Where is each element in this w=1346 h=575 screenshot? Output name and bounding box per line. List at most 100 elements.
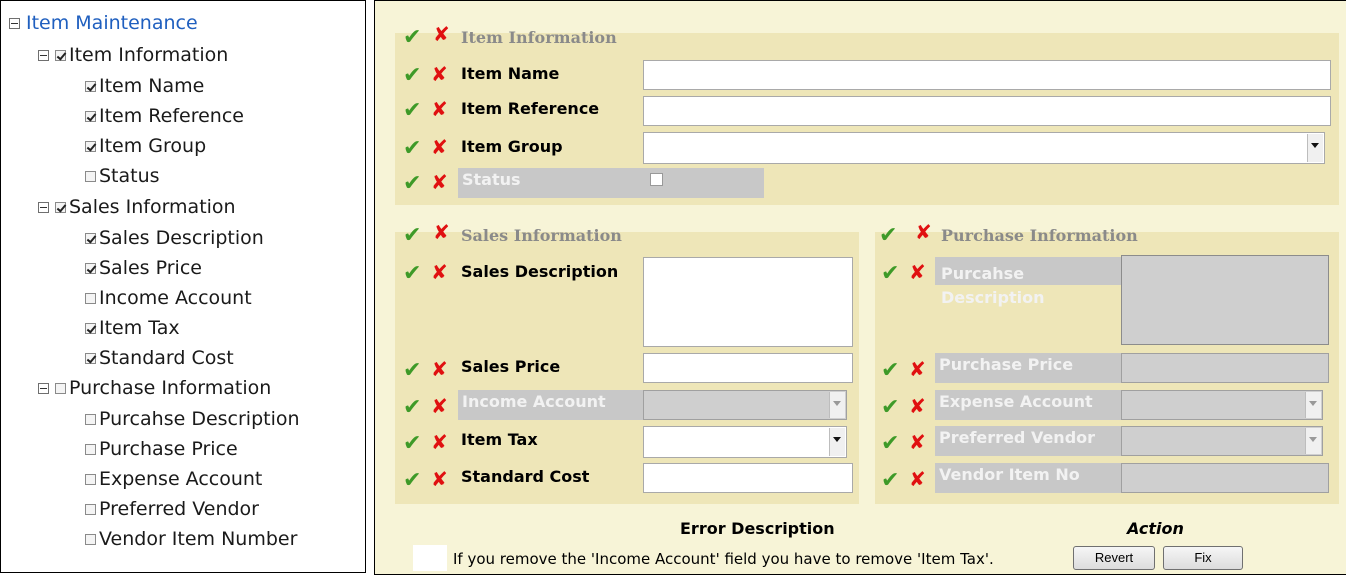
tree-root-label[interactable]: Item Maintenance bbox=[26, 12, 198, 34]
check-icon[interactable]: ✔ bbox=[403, 433, 421, 455]
tree-group-purchase-information[interactable]: Purchase Information bbox=[38, 374, 271, 402]
expense-account-field: Expense Account bbox=[935, 390, 1121, 420]
tree-item-income-account[interactable]: Income Account bbox=[85, 284, 252, 312]
cross-icon[interactable]: ✘ bbox=[431, 468, 448, 490]
check-icon[interactable]: ✔ bbox=[881, 433, 899, 455]
tree-checkbox[interactable] bbox=[85, 322, 96, 334]
collapse-icon[interactable] bbox=[38, 382, 49, 394]
check-icon[interactable]: ✔ bbox=[403, 470, 421, 492]
tree-checkbox[interactable] bbox=[85, 140, 96, 152]
item-reference-input[interactable] bbox=[643, 96, 1331, 126]
tree-item-label: Preferred Vendor bbox=[99, 498, 259, 520]
vendor-item-no-input[interactable] bbox=[1121, 463, 1329, 493]
check-icon[interactable]: ✔ bbox=[403, 138, 421, 160]
preferred-vendor-select[interactable] bbox=[1121, 426, 1323, 456]
check-icon[interactable]: ✔ bbox=[403, 65, 421, 87]
collapse-icon[interactable] bbox=[9, 17, 20, 29]
sales-price-input[interactable] bbox=[643, 353, 853, 383]
tree-checkbox[interactable] bbox=[85, 533, 96, 545]
fix-button[interactable]: Fix bbox=[1163, 546, 1243, 570]
tree-item-vendor-item-number[interactable]: Vendor Item Number bbox=[85, 525, 297, 553]
tree-checkbox[interactable] bbox=[85, 170, 96, 182]
purchase-price-input[interactable] bbox=[1121, 353, 1329, 383]
tree-item-status[interactable]: Status bbox=[85, 162, 160, 190]
tree-group-label: Sales Information bbox=[69, 196, 236, 218]
tree-item-purchase-price[interactable]: Purchase Price bbox=[85, 435, 238, 463]
tree-checkbox[interactable] bbox=[85, 262, 96, 274]
tree-item-preferred-vendor[interactable]: Preferred Vendor bbox=[85, 495, 259, 523]
tree-checkbox[interactable] bbox=[85, 292, 96, 304]
tree-group-sales-information[interactable]: Sales Information bbox=[38, 193, 236, 221]
purchase-description-textarea[interactable] bbox=[1121, 255, 1329, 345]
cross-icon[interactable]: ✘ bbox=[433, 23, 450, 45]
tree-checkbox[interactable] bbox=[85, 110, 96, 122]
action-heading: Action bbox=[1127, 519, 1184, 538]
cross-icon[interactable]: ✘ bbox=[909, 431, 926, 453]
tree-checkbox[interactable] bbox=[55, 201, 66, 213]
check-icon[interactable]: ✔ bbox=[881, 360, 899, 382]
tree-group-item-information[interactable]: Item Information bbox=[38, 41, 228, 69]
cross-icon[interactable]: ✘ bbox=[431, 395, 448, 417]
purchase-price-field: Purchase Price bbox=[935, 353, 1121, 383]
tree-item-item-group[interactable]: Item Group bbox=[85, 132, 206, 160]
check-icon[interactable]: ✔ bbox=[403, 263, 421, 285]
tree-item-purchase-description[interactable]: Purcahse Description bbox=[85, 405, 300, 433]
tree-checkbox[interactable] bbox=[85, 413, 96, 425]
cross-icon[interactable]: ✘ bbox=[909, 468, 926, 490]
cross-icon[interactable]: ✘ bbox=[915, 221, 932, 243]
cross-icon[interactable]: ✘ bbox=[431, 261, 448, 283]
collapse-icon[interactable] bbox=[38, 201, 49, 213]
item-name-input[interactable] bbox=[643, 60, 1331, 90]
tree-checkbox[interactable] bbox=[85, 443, 96, 455]
tree-checkbox[interactable] bbox=[85, 80, 96, 92]
expense-account-select[interactable] bbox=[1121, 390, 1323, 420]
check-icon[interactable]: ✔ bbox=[403, 173, 421, 195]
tree-item-item-reference[interactable]: Item Reference bbox=[85, 102, 244, 130]
tree-item-item-tax[interactable]: Item Tax bbox=[85, 314, 180, 342]
cross-icon[interactable]: ✘ bbox=[909, 261, 926, 283]
tree-checkbox[interactable] bbox=[55, 49, 66, 61]
check-icon[interactable]: ✔ bbox=[403, 225, 421, 247]
chevron-down-icon[interactable] bbox=[1307, 134, 1323, 162]
cross-icon[interactable]: ✘ bbox=[431, 136, 448, 158]
check-icon[interactable]: ✔ bbox=[403, 100, 421, 122]
item-group-select[interactable] bbox=[643, 132, 1325, 164]
purchase-price-label: Purchase Price bbox=[939, 355, 1074, 374]
check-icon[interactable]: ✔ bbox=[881, 470, 899, 492]
cross-icon[interactable]: ✘ bbox=[431, 98, 448, 120]
cross-icon[interactable]: ✘ bbox=[431, 431, 448, 453]
standard-cost-input[interactable] bbox=[643, 463, 853, 493]
income-account-select[interactable] bbox=[643, 390, 847, 420]
cross-icon[interactable]: ✘ bbox=[909, 395, 926, 417]
tree-root[interactable]: Item Maintenance bbox=[9, 9, 198, 37]
check-icon[interactable]: ✔ bbox=[881, 397, 899, 419]
check-icon[interactable]: ✔ bbox=[879, 225, 897, 247]
cross-icon[interactable]: ✘ bbox=[431, 358, 448, 380]
revert-button[interactable]: Revert bbox=[1073, 546, 1155, 570]
collapse-icon[interactable] bbox=[38, 49, 49, 61]
chevron-down-icon[interactable] bbox=[829, 428, 845, 456]
tree-item-item-name[interactable]: Item Name bbox=[85, 72, 204, 100]
tree-item-standard-cost[interactable]: Standard Cost bbox=[85, 344, 234, 372]
check-icon[interactable]: ✔ bbox=[403, 27, 421, 49]
tree-checkbox[interactable] bbox=[85, 232, 96, 244]
tree-item-label: Purchase Price bbox=[99, 438, 238, 460]
cross-icon[interactable]: ✘ bbox=[909, 358, 926, 380]
tree-checkbox[interactable] bbox=[85, 473, 96, 485]
status-checkbox[interactable] bbox=[650, 173, 663, 186]
cross-icon[interactable]: ✘ bbox=[431, 171, 448, 193]
cross-icon[interactable]: ✘ bbox=[433, 221, 450, 243]
tree-checkbox[interactable] bbox=[85, 503, 96, 515]
tree-checkbox[interactable] bbox=[85, 352, 96, 364]
tree-checkbox[interactable] bbox=[55, 382, 66, 394]
tree-item-sales-price[interactable]: Sales Price bbox=[85, 254, 202, 282]
tree-item-expense-account[interactable]: Expense Account bbox=[85, 465, 262, 493]
cross-icon[interactable]: ✘ bbox=[431, 63, 448, 85]
item-tax-select[interactable] bbox=[643, 426, 847, 458]
check-icon[interactable]: ✔ bbox=[403, 360, 421, 382]
purchase-description-label: Purcahse Description bbox=[941, 264, 1045, 307]
sales-description-textarea[interactable] bbox=[643, 257, 853, 347]
check-icon[interactable]: ✔ bbox=[403, 397, 421, 419]
tree-item-sales-description[interactable]: Sales Description bbox=[85, 224, 264, 252]
check-icon[interactable]: ✔ bbox=[881, 263, 899, 285]
